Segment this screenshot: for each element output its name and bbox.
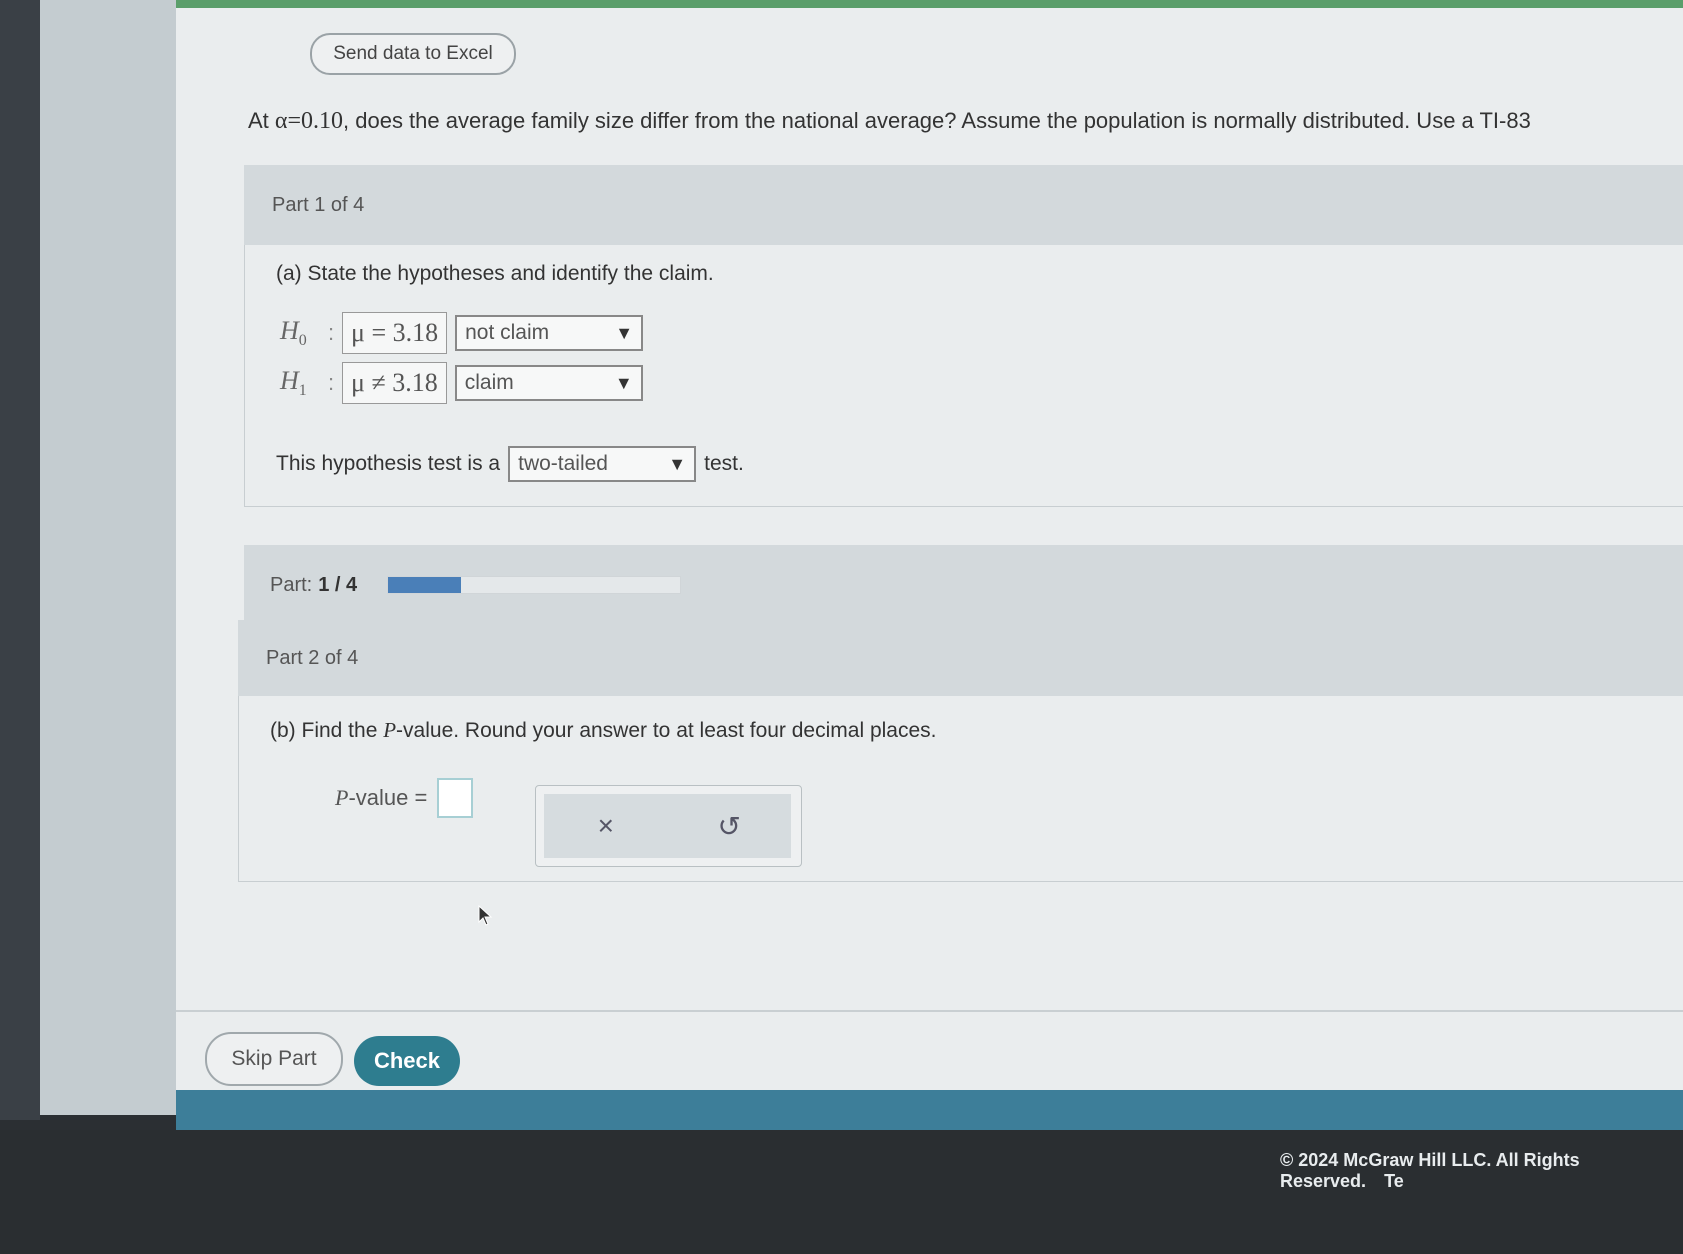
h0-label: H0 xyxy=(280,315,307,350)
part-progress: Part: 1 / 4 xyxy=(244,545,1683,625)
chevron-down-icon: ▼ xyxy=(668,453,687,474)
h0-row: H0 : μ = 3.18 not claim ▼ xyxy=(280,312,644,354)
top-accent-bar xyxy=(176,0,1683,8)
part-2-title: Part 2 of 4 xyxy=(266,646,359,669)
chevron-down-icon: ▼ xyxy=(614,372,633,393)
part-1-header: Part 1 of 4 xyxy=(244,165,1683,245)
progress-fill xyxy=(388,577,462,593)
undo-icon[interactable]: ↺ xyxy=(709,810,749,843)
progress-bar xyxy=(387,576,682,594)
h1-label: H1 xyxy=(280,365,307,400)
test-type-value: two-tailed xyxy=(518,452,608,475)
pvalue-row: P-value = xyxy=(335,778,474,818)
alpha-expression: α=0.10 xyxy=(274,108,344,134)
question-body: , does the average family size differ fr… xyxy=(343,108,1531,133)
progress-value: 1 / 4 xyxy=(318,573,358,596)
mouse-cursor-icon xyxy=(478,905,493,926)
h1-claim-value: claim xyxy=(464,371,514,394)
answer-tools-panel: × ↺ xyxy=(535,785,802,867)
question-text: At α=0.10, does the average family size … xyxy=(248,108,1678,135)
part-2-prompt: (b) Find the P-value. Round your answer … xyxy=(270,718,937,742)
part-2-header: Part 2 of 4 xyxy=(238,620,1683,696)
screen-bezel xyxy=(0,0,40,1120)
send-data-to-excel-button[interactable]: Send data to Excel xyxy=(310,33,516,75)
left-sidebar xyxy=(40,0,176,1115)
chevron-down-icon: ▼ xyxy=(615,322,634,343)
clear-icon[interactable]: × xyxy=(586,810,626,842)
check-button[interactable]: Check xyxy=(354,1036,460,1086)
pvalue-input[interactable] xyxy=(437,778,474,818)
skip-part-button[interactable]: Skip Part xyxy=(205,1032,343,1086)
pvalue-label: P-value = xyxy=(335,785,428,810)
copyright-text: © 2024 McGraw Hill LLC. All Rights Reser… xyxy=(1280,1150,1580,1191)
screen-bottom-bezel xyxy=(0,1130,1683,1254)
h1-claim-select[interactable]: claim ▼ xyxy=(454,365,643,401)
terms-link[interactable]: Te xyxy=(1384,1171,1404,1191)
h0-claim-value: not claim xyxy=(465,321,550,344)
footer-bar xyxy=(176,1090,1683,1130)
test-type-select[interactable]: two-tailed ▼ xyxy=(508,446,697,482)
h1-row: H1 : μ ≠ 3.18 claim ▼ xyxy=(280,362,643,404)
h0-claim-select[interactable]: not claim ▼ xyxy=(455,315,644,351)
test-type-suffix: test. xyxy=(704,452,744,475)
progress-label: Part: xyxy=(270,573,313,596)
h0-expression[interactable]: μ = 3.18 xyxy=(342,312,448,354)
part-1-title: Part 1 of 4 xyxy=(272,193,365,216)
part-1-prompt: (a) State the hypotheses and identify th… xyxy=(276,262,714,285)
h1-expression[interactable]: μ ≠ 3.18 xyxy=(342,362,447,404)
question-prefix: At xyxy=(248,108,275,133)
test-type-prefix: This hypothesis test is a xyxy=(276,452,501,475)
test-type-sentence: This hypothesis test is a two-tailed ▼ t… xyxy=(276,446,744,482)
action-divider xyxy=(176,1010,1683,1012)
